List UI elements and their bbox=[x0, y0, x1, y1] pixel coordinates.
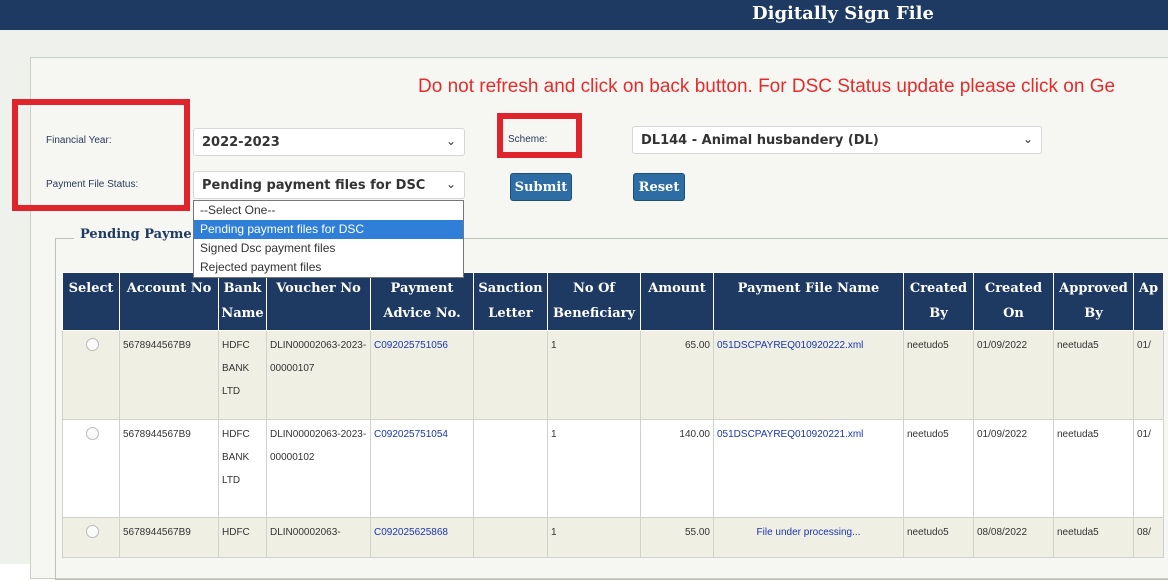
created-by-cell: neetudo5 bbox=[903, 330, 974, 420]
table-row: 5678944567B9 HDFC BANK LTD DLIN00002063-… bbox=[62, 330, 1164, 420]
scheme-select[interactable]: DL144 - Animal husbandery (DL) ⌄ bbox=[632, 126, 1042, 154]
scheme-value: DL144 - Animal husbandery (DL) bbox=[641, 133, 879, 148]
dropdown-option-signed[interactable]: Signed Dsc payment files bbox=[194, 239, 463, 258]
chevron-down-icon: ⌄ bbox=[445, 134, 456, 148]
payment-file-link[interactable]: 051DSCPAYREQ010920222.xml bbox=[713, 330, 904, 420]
financial-year-value: 2022-2023 bbox=[202, 135, 280, 150]
col-header-payment-file-name: Payment File Name bbox=[713, 272, 904, 331]
beneficiary-count-cell: 1 bbox=[547, 419, 641, 518]
dropdown-option-select-one[interactable]: --Select One-- bbox=[194, 201, 463, 220]
amount-cell: 65.00 bbox=[640, 330, 714, 420]
payment-advice-link[interactable]: C092025751056 bbox=[370, 330, 474, 420]
row-select-radio[interactable] bbox=[86, 525, 99, 538]
payment-file-status-dropdown: --Select One-- Pending payment files for… bbox=[193, 200, 464, 278]
table-header-row: Select Account No Bank Name Voucher No P… bbox=[62, 272, 1164, 331]
approved-by-cell: neetuda5 bbox=[1053, 517, 1134, 558]
sanction-letter-cell bbox=[473, 419, 548, 518]
ap-cell: 08/ bbox=[1133, 517, 1164, 558]
col-header-payment-advice-no: Payment Advice No. bbox=[370, 272, 474, 331]
row-select-radio[interactable] bbox=[86, 338, 99, 351]
created-on-cell: 01/09/2022 bbox=[973, 419, 1054, 518]
payment-file-status-text: File under processing... bbox=[713, 517, 904, 558]
ap-cell: 01/ bbox=[1133, 330, 1164, 420]
bank-name-cell: HDFC bbox=[218, 517, 267, 558]
bank-name-cell: HDFC BANK LTD bbox=[218, 419, 267, 518]
table-row: 5678944567B9 HDFC BANK LTD DLIN00002063-… bbox=[62, 419, 1164, 518]
highlight-box-filters bbox=[12, 99, 190, 211]
col-header-bank-name: Bank Name bbox=[218, 272, 267, 331]
reset-button[interactable]: Reset bbox=[633, 173, 685, 201]
dropdown-option-pending[interactable]: Pending payment files for DSC bbox=[194, 220, 463, 239]
highlight-box-scheme bbox=[497, 113, 582, 158]
ap-cell: 01/ bbox=[1133, 419, 1164, 518]
payment-file-status-select[interactable]: Pending payment files for DSC ⌄ bbox=[193, 171, 465, 199]
beneficiary-count-cell: 1 bbox=[547, 330, 641, 420]
payment-file-status-value: Pending payment files for DSC bbox=[202, 178, 426, 193]
dropdown-option-rejected[interactable]: Rejected payment files bbox=[194, 258, 463, 277]
submit-button[interactable]: Submit bbox=[510, 173, 572, 201]
sanction-letter-cell bbox=[473, 330, 548, 420]
select-cell bbox=[62, 330, 120, 420]
created-by-cell: neetudo5 bbox=[903, 517, 974, 558]
financial-year-select[interactable]: 2022-2023 ⌄ bbox=[193, 128, 465, 156]
chevron-down-icon: ⌄ bbox=[445, 177, 456, 191]
page-header: Digitally Sign File bbox=[0, 0, 1168, 30]
select-cell bbox=[62, 419, 120, 518]
payment-advice-link[interactable]: C092025751054 bbox=[370, 419, 474, 518]
payment-file-link[interactable]: 051DSCPAYREQ010920221.xml bbox=[713, 419, 904, 518]
col-header-created-by: Created By bbox=[903, 272, 974, 331]
col-header-account-no: Account No bbox=[119, 272, 219, 331]
col-header-sanction-letter: Sanction Letter bbox=[473, 272, 548, 331]
select-cell bbox=[62, 517, 120, 558]
approved-by-cell: neetuda5 bbox=[1053, 419, 1134, 518]
col-header-ap: Ap bbox=[1133, 272, 1164, 331]
voucher-no-cell: DLIN00002063-2023-00000102 bbox=[266, 419, 371, 518]
warning-message: Do not refresh and click on back button.… bbox=[418, 76, 1116, 97]
section-title: Pending Payme bbox=[74, 227, 198, 242]
payment-advice-link[interactable]: C092025625868 bbox=[370, 517, 474, 558]
chevron-down-icon: ⌄ bbox=[1022, 132, 1033, 146]
payment-files-table: Select Account No Bank Name Voucher No P… bbox=[62, 272, 1164, 558]
account-no-cell: 5678944567B9 bbox=[119, 517, 219, 558]
col-header-amount: Amount bbox=[640, 272, 714, 331]
created-on-cell: 08/08/2022 bbox=[973, 517, 1054, 558]
created-on-cell: 01/09/2022 bbox=[973, 330, 1054, 420]
row-select-radio[interactable] bbox=[86, 427, 99, 440]
voucher-no-cell: DLIN00002063- bbox=[266, 517, 371, 558]
col-header-voucher-no: Voucher No bbox=[266, 272, 371, 331]
amount-cell: 55.00 bbox=[640, 517, 714, 558]
col-header-select: Select bbox=[62, 272, 120, 331]
page-title: Digitally Sign File bbox=[752, 3, 934, 24]
sanction-letter-cell bbox=[473, 517, 548, 558]
approved-by-cell: neetuda5 bbox=[1053, 330, 1134, 420]
bank-name-cell: HDFC BANK LTD bbox=[218, 330, 267, 420]
account-no-cell: 5678944567B9 bbox=[119, 419, 219, 518]
col-header-approved-by: Approved By bbox=[1053, 272, 1134, 331]
col-header-created-on: Created On bbox=[973, 272, 1054, 331]
table-row: 5678944567B9 HDFC DLIN00002063- C0920256… bbox=[62, 517, 1164, 558]
account-no-cell: 5678944567B9 bbox=[119, 330, 219, 420]
beneficiary-count-cell: 1 bbox=[547, 517, 641, 558]
created-by-cell: neetudo5 bbox=[903, 419, 974, 518]
col-header-no-of-beneficiary: No Of Beneficiary bbox=[547, 272, 641, 331]
amount-cell: 140.00 bbox=[640, 419, 714, 518]
voucher-no-cell: DLIN00002063-2023-00000107 bbox=[266, 330, 371, 420]
